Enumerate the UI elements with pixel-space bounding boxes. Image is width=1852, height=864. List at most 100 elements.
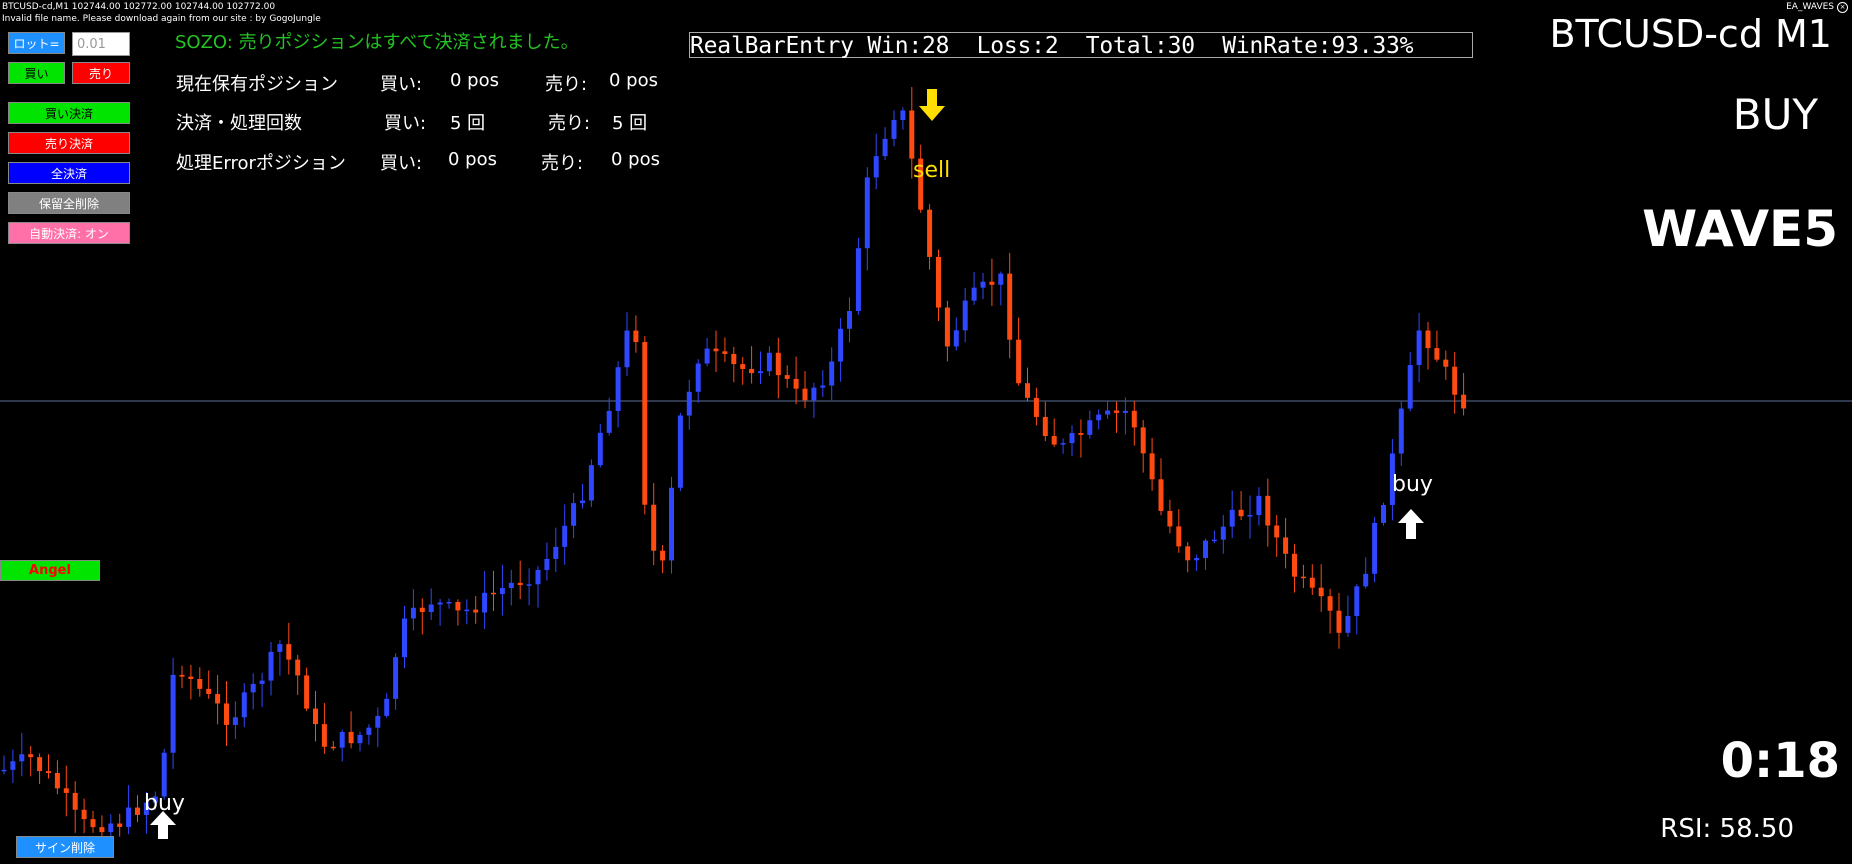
candle-body bbox=[126, 807, 132, 827]
candle-body bbox=[206, 688, 212, 694]
candle-body bbox=[63, 788, 69, 793]
candle-body bbox=[286, 644, 292, 660]
candle-body bbox=[1283, 537, 1289, 554]
candle-body bbox=[766, 352, 772, 372]
close-buy-button[interactable]: 買い決済 bbox=[8, 102, 130, 124]
candle-body bbox=[295, 659, 301, 676]
signal-label: BUY bbox=[1732, 90, 1818, 139]
candle-body bbox=[161, 752, 167, 797]
candle-body bbox=[1452, 366, 1458, 395]
candle-body bbox=[588, 465, 594, 501]
lot-label-button[interactable]: ロット= bbox=[8, 32, 65, 54]
candle-body bbox=[1060, 443, 1066, 445]
lot-size-input[interactable] bbox=[72, 32, 130, 56]
candle-body bbox=[313, 708, 318, 725]
candle-body bbox=[366, 727, 372, 735]
candle-body bbox=[54, 772, 60, 789]
candle-body bbox=[517, 582, 523, 586]
candle-body bbox=[1194, 558, 1200, 561]
candle-body bbox=[1398, 408, 1404, 454]
candle-body bbox=[1078, 433, 1084, 435]
candle-body bbox=[1087, 420, 1093, 435]
candle-body bbox=[1025, 383, 1030, 398]
candle-body bbox=[46, 771, 51, 773]
candle-body bbox=[357, 734, 363, 744]
candle-body bbox=[704, 348, 710, 364]
candle-body bbox=[633, 330, 639, 343]
candle-body bbox=[197, 679, 203, 689]
candle-body bbox=[99, 827, 105, 833]
buy-button[interactable]: 買い bbox=[8, 62, 65, 84]
settled-label: 決済・処理回数 bbox=[176, 113, 302, 134]
candle-body bbox=[829, 361, 835, 386]
candle-body bbox=[953, 330, 959, 347]
candle-body bbox=[1416, 330, 1422, 366]
candle-body bbox=[944, 307, 950, 347]
candle-body bbox=[660, 550, 666, 561]
candle-body bbox=[499, 588, 505, 595]
rsi-value: RSI: 58.50 bbox=[1660, 814, 1794, 844]
candle-body bbox=[1229, 509, 1235, 527]
candle-body bbox=[1158, 479, 1164, 511]
candle-body bbox=[304, 675, 310, 709]
candle-body bbox=[402, 618, 407, 658]
candle-body bbox=[1461, 394, 1467, 409]
candle-body bbox=[81, 809, 87, 820]
candle-body bbox=[1042, 416, 1048, 437]
candle-body bbox=[437, 602, 443, 605]
candle-body bbox=[553, 546, 559, 559]
candle-body bbox=[1140, 427, 1146, 454]
candle-body bbox=[1149, 453, 1155, 480]
candle-body bbox=[998, 273, 1004, 285]
candle-body bbox=[232, 717, 238, 725]
candle-body bbox=[19, 754, 25, 762]
candle-body bbox=[642, 342, 648, 505]
bar-timer: 0:18 bbox=[1720, 733, 1840, 789]
candle-body bbox=[1327, 596, 1333, 611]
delete-pending-button[interactable]: 保留全削除 bbox=[8, 192, 130, 214]
candle-body bbox=[1265, 495, 1271, 526]
candle-body bbox=[793, 378, 799, 389]
sell-button[interactable]: 売り bbox=[72, 62, 130, 84]
wave-label: WAVE5 bbox=[1642, 200, 1838, 258]
close-sell-button[interactable]: 売り決済 bbox=[8, 132, 130, 154]
candle-body bbox=[544, 558, 550, 570]
error-buy-value: 0 pos bbox=[448, 149, 497, 170]
candle-body bbox=[1363, 573, 1369, 587]
candle-body bbox=[1274, 525, 1280, 538]
candle-body bbox=[90, 819, 96, 828]
candle-body bbox=[526, 584, 532, 586]
auto-close-toggle[interactable]: 自動決済: オン bbox=[8, 222, 130, 244]
candle-body bbox=[508, 582, 514, 589]
error-sell-label: 売り: bbox=[541, 153, 584, 174]
candle-body bbox=[971, 287, 977, 301]
candle-body bbox=[1167, 510, 1173, 527]
angel-button[interactable]: Angel bbox=[0, 560, 100, 581]
candle-body bbox=[1096, 414, 1102, 421]
candle-body bbox=[873, 156, 879, 178]
candle-body bbox=[117, 823, 123, 827]
candle-body bbox=[1131, 410, 1137, 428]
candle-body bbox=[962, 300, 968, 331]
candle-body bbox=[321, 724, 327, 747]
candle-body bbox=[1336, 610, 1342, 633]
candle-body bbox=[135, 807, 140, 815]
candle-body bbox=[1069, 433, 1075, 444]
candle-body bbox=[1372, 522, 1378, 574]
candle-body bbox=[677, 415, 683, 488]
delete-sign-button[interactable]: サイン削除 bbox=[16, 836, 114, 858]
candle-body bbox=[1247, 515, 1253, 517]
candle-body bbox=[562, 525, 568, 547]
candle-body bbox=[179, 674, 185, 677]
candle-body bbox=[882, 138, 888, 157]
candle-body bbox=[606, 410, 612, 433]
candle-body bbox=[250, 683, 256, 693]
close-all-button[interactable]: 全決済 bbox=[8, 162, 130, 184]
candle-body bbox=[393, 657, 399, 699]
candle-body bbox=[838, 328, 844, 362]
candle-body bbox=[339, 731, 345, 748]
sell-arrow-icon bbox=[917, 88, 947, 126]
candle-body bbox=[1381, 504, 1386, 523]
candle-body bbox=[1443, 359, 1449, 367]
candle-body bbox=[909, 110, 915, 159]
